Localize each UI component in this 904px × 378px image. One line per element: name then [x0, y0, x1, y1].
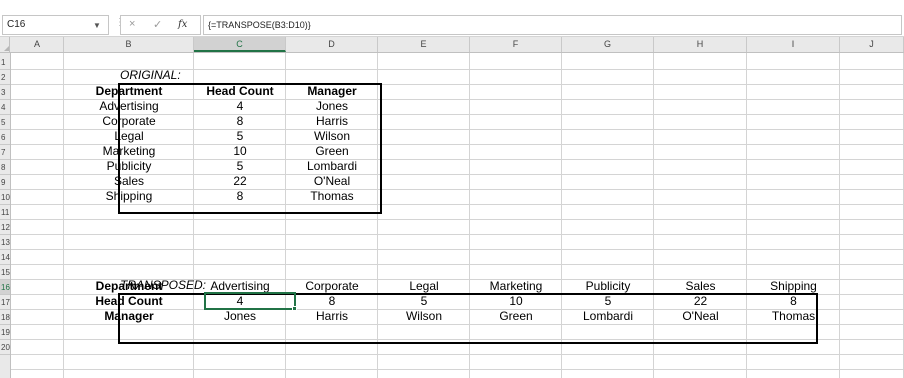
row-header-14[interactable]: 14: [0, 250, 10, 265]
transposed-data-cell[interactable]: Lombardi: [562, 309, 654, 324]
original-label[interactable]: ORIGINAL:: [120, 68, 181, 83]
transposed-data-cell[interactable]: Green: [470, 309, 562, 324]
formula-input[interactable]: {=TRANSPOSE(B3:D10)}: [203, 15, 902, 35]
transposed-header-cell[interactable]: Head Count: [64, 294, 194, 309]
original-data-cell[interactable]: Wilson: [286, 129, 378, 144]
chevron-down-icon[interactable]: ▼: [93, 17, 101, 35]
original-data-cell[interactable]: 10: [194, 144, 286, 159]
column-header-i[interactable]: I: [747, 37, 840, 52]
row-header-18[interactable]: 18: [0, 310, 10, 325]
column-header-d[interactable]: D: [286, 37, 378, 52]
row-header-4[interactable]: 4: [0, 100, 10, 115]
original-data-cell[interactable]: Publicity: [64, 159, 194, 174]
original-header-cell[interactable]: Manager: [286, 84, 378, 99]
original-data-cell[interactable]: Advertising: [64, 99, 194, 114]
row-header-1[interactable]: 1: [0, 55, 10, 70]
insert-function-icon[interactable]: fx: [178, 19, 187, 30]
original-data-cell[interactable]: Green: [286, 144, 378, 159]
column-headers: ABCDEFGHIJ: [0, 37, 904, 53]
row-header-5[interactable]: 5: [0, 115, 10, 130]
row-header-9[interactable]: 9: [0, 175, 10, 190]
transposed-data-cell[interactable]: 8: [286, 294, 378, 309]
enter-icon[interactable]: ✓: [153, 18, 162, 31]
row-header-16[interactable]: 16: [0, 280, 10, 295]
transposed-data-cell[interactable]: Marketing: [470, 279, 562, 294]
transposed-data-cell[interactable]: Harris: [286, 309, 378, 324]
row-header-13[interactable]: 13: [0, 235, 10, 250]
row-header-11[interactable]: 11: [0, 205, 10, 220]
transposed-data-cell[interactable]: O'Neal: [654, 309, 747, 324]
transposed-data-cell[interactable]: 22: [654, 294, 747, 309]
fill-handle[interactable]: [292, 306, 297, 311]
row-headers: 1 2 3 4 5 6 7 8 9 10 11 12 13 14 15 16 17 18 19 20: [0, 53, 11, 378]
transposed-data-cell[interactable]: Jones: [194, 309, 286, 324]
original-data-cell[interactable]: Thomas: [286, 189, 378, 204]
original-header-cell[interactable]: Department: [64, 84, 194, 99]
column-header-e[interactable]: E: [378, 37, 470, 52]
row-header-10[interactable]: 10: [0, 190, 10, 205]
row-header-8[interactable]: 8: [0, 160, 10, 175]
original-data-cell[interactable]: Harris: [286, 114, 378, 129]
transposed-data-cell[interactable]: 10: [470, 294, 562, 309]
original-data-cell[interactable]: 5: [194, 159, 286, 174]
original-data-cell[interactable]: Lombardi: [286, 159, 378, 174]
name-box[interactable]: C16 ▼: [2, 15, 109, 35]
row-header-2[interactable]: 2: [0, 70, 10, 85]
select-all-button[interactable]: [0, 37, 10, 52]
transposed-data-cell[interactable]: 5: [562, 294, 654, 309]
column-header-a[interactable]: A: [11, 37, 64, 52]
row-header-12[interactable]: 12: [0, 220, 10, 235]
original-data-cell[interactable]: 8: [194, 114, 286, 129]
row-header-7[interactable]: 7: [0, 145, 10, 160]
column-header-h[interactable]: H: [654, 37, 747, 52]
worksheet-grid[interactable]: ORIGINAL: Department Head Count Manager Adv…: [11, 53, 904, 378]
transposed-data-cell[interactable]: 8: [747, 294, 840, 309]
column-header-c[interactable]: C: [194, 37, 286, 52]
transposed-data-cell[interactable]: Publicity: [562, 279, 654, 294]
transposed-header-cell[interactable]: Department: [64, 279, 194, 294]
original-data-cell[interactable]: 22: [194, 174, 286, 189]
column-header-j[interactable]: J: [840, 37, 904, 52]
row-header-19[interactable]: 19: [0, 325, 10, 340]
column-header-g[interactable]: G: [562, 37, 654, 52]
transposed-data-cell[interactable]: Shipping: [747, 279, 840, 294]
original-data-cell[interactable]: Marketing: [64, 144, 194, 159]
formula-buttons: × ✓ fx: [120, 15, 201, 35]
transposed-data-cell[interactable]: Thomas: [747, 309, 840, 324]
row-header-3[interactable]: 3: [0, 85, 10, 100]
original-data-cell[interactable]: Shipping: [64, 189, 194, 204]
original-data-cell[interactable]: Sales: [64, 174, 194, 189]
row-header-20[interactable]: 20: [0, 340, 10, 355]
column-header-b[interactable]: B: [64, 37, 194, 52]
original-data-cell[interactable]: 8: [194, 189, 286, 204]
name-box-value: C16: [7, 19, 26, 30]
original-data-cell[interactable]: Legal: [64, 129, 194, 144]
original-data-cell[interactable]: O'Neal: [286, 174, 378, 189]
row-header-15[interactable]: 15: [0, 265, 10, 280]
row-header-17[interactable]: 17: [0, 295, 10, 310]
transposed-data-cell[interactable]: 5: [378, 294, 470, 309]
original-data-cell[interactable]: 5: [194, 129, 286, 144]
transposed-header-cell[interactable]: Manager: [64, 309, 194, 324]
column-header-f[interactable]: F: [470, 37, 562, 52]
cancel-icon[interactable]: ×: [129, 18, 135, 30]
transposed-data-cell[interactable]: Corporate: [286, 279, 378, 294]
original-data-cell[interactable]: 4: [194, 99, 286, 114]
select-all-triangle-icon: [4, 46, 9, 51]
transposed-data-cell[interactable]: Legal: [378, 279, 470, 294]
transposed-data-cell[interactable]: Sales: [654, 279, 747, 294]
original-data-cell[interactable]: Jones: [286, 99, 378, 114]
transposed-data-cell[interactable]: Wilson: [378, 309, 470, 324]
formula-bar: C16 ▼ ⋮ × ✓ fx {=TRANSPOSE(B3:D10)}: [0, 0, 904, 37]
original-data-cell[interactable]: Corporate: [64, 114, 194, 129]
row-header-6[interactable]: 6: [0, 130, 10, 145]
original-header-cell[interactable]: Head Count: [194, 84, 286, 99]
active-cell-selection[interactable]: [204, 292, 296, 310]
